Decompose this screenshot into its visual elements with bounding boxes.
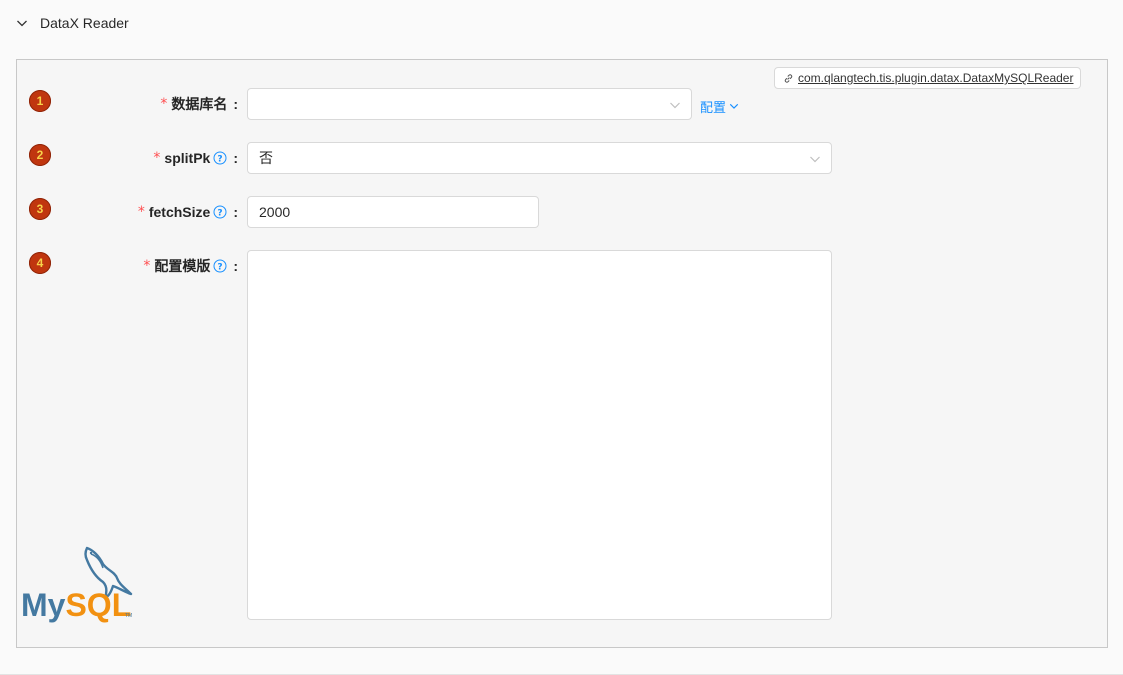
field-label-text: fetchSize [148, 204, 211, 220]
chevron-down-icon [669, 99, 681, 111]
plugin-class-link[interactable]: com.qlangtech.tis.plugin.datax.DataxMySQ… [774, 67, 1082, 89]
field-label-text: 配置模版 [154, 258, 211, 274]
required-mark: * [153, 150, 161, 166]
reader-form-panel: com.qlangtech.tis.plugin.datax.DataxMySQ… [16, 59, 1108, 648]
required-mark: * [137, 204, 145, 220]
mysql-logo: MySQL TM [21, 546, 132, 623]
field-label-text: splitPk [164, 150, 211, 166]
mysql-sql: SQL [65, 587, 131, 623]
config-dropdown-link[interactable]: 配置 [700, 96, 739, 116]
collapse-header-datax-reader[interactable]: DataX Reader [0, 0, 1123, 46]
svg-text:?: ? [218, 208, 223, 218]
svg-text:?: ? [218, 154, 223, 164]
field-label-text: 数据库名 [171, 96, 228, 112]
field-label-database-name: * 数据库名 : [160, 88, 238, 120]
required-mark: * [143, 258, 151, 274]
step-badge-3: 3 [29, 198, 51, 220]
required-mark: * [160, 96, 168, 112]
label-colon: : [233, 204, 238, 220]
field-label-splitpk: * splitPk ? : [153, 142, 238, 174]
label-colon: : [233, 150, 238, 166]
config-template-editor[interactable] [247, 250, 832, 620]
question-circle-icon[interactable]: ? [213, 259, 227, 273]
trademark-mark: TM [125, 613, 132, 619]
field-label-config-template: * 配置模版 ? : [143, 250, 238, 282]
splitpk-select[interactable]: 否 [247, 142, 832, 174]
link-icon [783, 73, 794, 84]
field-label-fetchsize: * fetchSize ? : [138, 196, 238, 228]
chevron-down-icon [16, 17, 28, 29]
database-name-select[interactable] [247, 88, 692, 120]
label-colon: : [233, 96, 238, 112]
label-colon: : [233, 258, 238, 274]
config-link-label: 配置 [700, 99, 727, 115]
question-circle-icon[interactable]: ? [213, 205, 227, 219]
chevron-down-icon [809, 153, 821, 165]
plugin-class-name: com.qlangtech.tis.plugin.datax.DataxMySQ… [798, 71, 1074, 85]
fetchsize-input[interactable]: 2000 [247, 196, 539, 228]
mysql-my: My [21, 587, 66, 623]
input-value: 2000 [259, 204, 291, 220]
section-title: DataX Reader [40, 15, 129, 31]
step-badge-1: 1 [29, 90, 51, 112]
mysql-wordmark: MySQL [21, 587, 131, 623]
step-badge-4: 4 [29, 252, 51, 274]
svg-text:?: ? [218, 262, 223, 272]
question-circle-icon[interactable]: ? [213, 151, 227, 165]
chevron-down-icon [729, 101, 739, 111]
step-badge-2: 2 [29, 144, 51, 166]
select-value: 否 [259, 150, 273, 166]
